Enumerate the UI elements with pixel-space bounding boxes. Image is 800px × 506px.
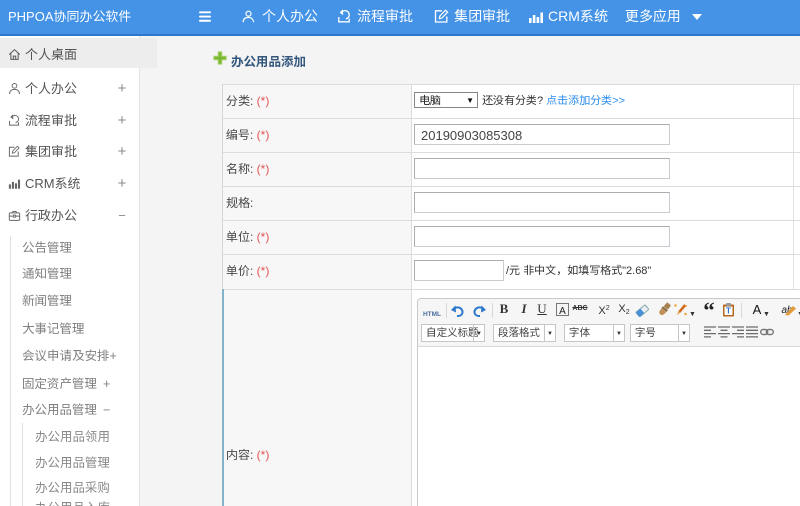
svg-text:T: T <box>726 307 731 316</box>
